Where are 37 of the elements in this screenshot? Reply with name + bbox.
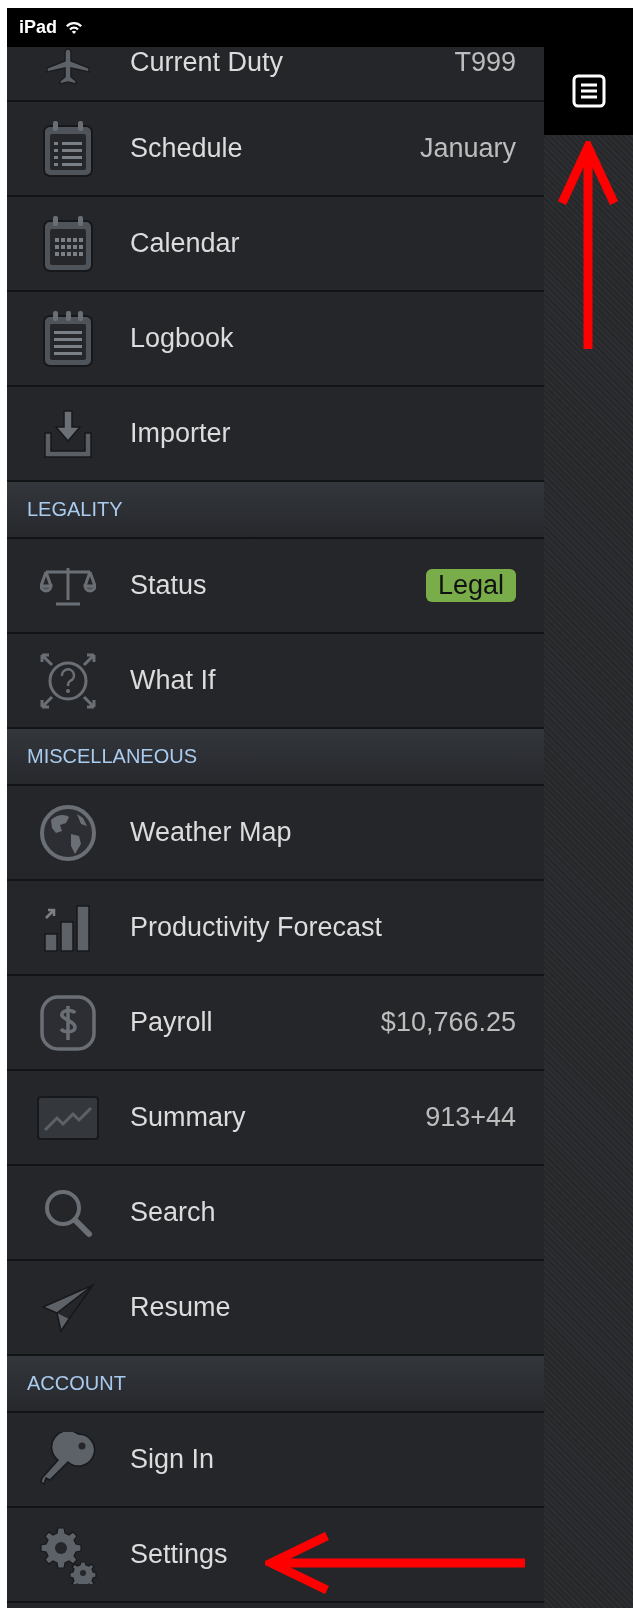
status-badge: Legal (425, 569, 516, 602)
menu-label: Logbook (130, 323, 235, 354)
menu-label: Weather Map (130, 817, 293, 848)
menu-value: January (419, 133, 516, 164)
menu-value: 913+44 (425, 1102, 516, 1133)
menu-label: Productivity Forecast (130, 912, 384, 943)
menu-label: Search (130, 1197, 217, 1228)
gear-icon (38, 1525, 97, 1584)
menu-label: Calendar (130, 228, 241, 259)
section-title: LEGALITY (27, 498, 123, 521)
section-title: ACCOUNT (27, 1372, 126, 1395)
plane-icon (44, 47, 91, 87)
section-title: MISCELLANEOUS (27, 745, 198, 768)
line-chart-icon (36, 1095, 99, 1140)
download-icon (41, 408, 94, 459)
menu-label: Current Duty (130, 47, 285, 78)
globe-icon (38, 803, 97, 862)
menu-item[interactable]: Current Duty T999 (7, 47, 544, 102)
calendar-list-icon (41, 119, 94, 178)
menu-label: Payroll (130, 1007, 214, 1038)
device-name: iPad (19, 17, 57, 38)
wifi-icon (65, 21, 83, 34)
menu-label: Importer (130, 418, 232, 449)
menu-label: Resume (130, 1292, 232, 1323)
menu-label: Schedule (130, 133, 244, 164)
notepad-icon (41, 309, 94, 368)
menu-label: Summary (130, 1102, 247, 1133)
key-icon (39, 1431, 96, 1488)
dollar-icon (38, 993, 97, 1052)
paper-plane-icon (40, 1282, 95, 1333)
menu-label: Settings (130, 1539, 229, 1570)
menu-label: Sign In (130, 1444, 216, 1475)
menu-value: $10,766.25 (380, 1007, 516, 1038)
calendar-icon (41, 214, 94, 273)
menu-label: What If (130, 665, 217, 696)
menu-label: Status (130, 570, 208, 601)
menu-value: T999 (454, 47, 516, 78)
